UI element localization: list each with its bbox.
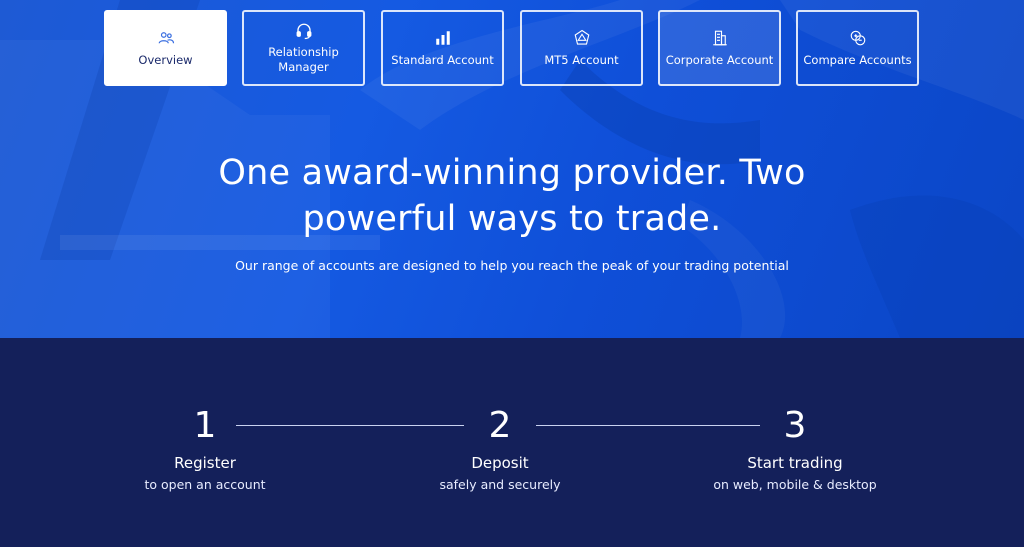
step-number: 3 [783, 405, 807, 446]
step-start-trading: 3 Start trading on web, mobile & desktop [675, 404, 915, 492]
tab-mt5-account[interactable]: MT5 Account [520, 10, 643, 86]
headline-line-1: One award-winning provider. Two [218, 153, 806, 193]
mt5-logo-icon [574, 29, 589, 45]
step-deposit: 2 Deposit safely and securely [380, 404, 620, 492]
step-title: Deposit [471, 454, 529, 472]
headline-line-2: powerful ways to trade. [302, 199, 722, 239]
hero-subheadline: Our range of accounts are designed to he… [235, 258, 789, 273]
bar-chart-icon [435, 30, 450, 45]
tab-standard-account[interactable]: Standard Account [381, 10, 504, 86]
step-title: Start trading [747, 454, 843, 472]
step-number: 2 [488, 405, 512, 446]
tab-label: MT5 Account [544, 52, 619, 67]
tab-corporate-account[interactable]: Corporate Account [658, 10, 781, 86]
tab-label: Overview [138, 52, 193, 67]
tab-label: Standard Account [391, 52, 494, 67]
tab-compare-accounts[interactable]: Compare Accounts [796, 10, 919, 86]
steps-section: 1 Register to open an account 2 Deposit … [0, 338, 1024, 547]
building-icon [712, 30, 727, 45]
step-register: 1 Register to open an account [85, 404, 325, 492]
headset-icon [296, 23, 311, 39]
hero-headline: One award-winning provider. Two powerful… [0, 150, 1024, 242]
hero-banner: Overview Relationship Manager Standard A… [0, 0, 1024, 338]
step-description: safely and securely [439, 477, 561, 492]
tab-label: Compare Accounts [803, 52, 912, 67]
people-icon [158, 31, 174, 43]
tab-label: Corporate Account [665, 52, 774, 67]
step-description: to open an account [144, 477, 266, 492]
step-title: Register [174, 454, 236, 472]
step-description: on web, mobile & desktop [713, 477, 877, 492]
tab-relationship-manager[interactable]: Relationship Manager [242, 10, 365, 86]
tab-overview[interactable]: Overview [104, 10, 227, 86]
compare-icon [850, 30, 865, 45]
tab-label: Relationship Manager [268, 44, 339, 74]
step-number: 1 [193, 405, 217, 446]
